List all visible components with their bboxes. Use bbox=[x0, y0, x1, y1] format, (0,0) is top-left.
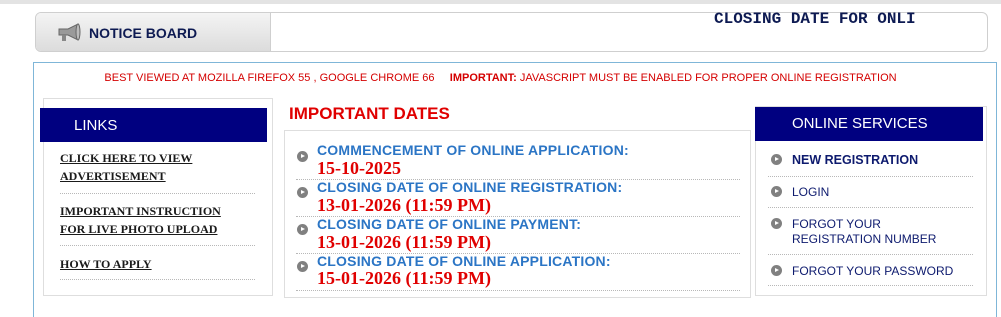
important-dates-title: IMPORTANT DATES bbox=[289, 104, 450, 123]
link-line: IMPORTANT INSTRUCTION bbox=[60, 204, 221, 218]
divider bbox=[768, 254, 973, 255]
circle-arrow-icon bbox=[771, 218, 782, 229]
important-label: IMPORTANT: bbox=[449, 72, 517, 84]
circle-arrow-icon bbox=[297, 261, 308, 272]
circle-arrow-icon bbox=[771, 186, 782, 197]
online-services-heading: ONLINE SERVICES bbox=[755, 107, 983, 141]
divider bbox=[60, 193, 255, 194]
browser-note-text: BEST VIEWED AT MOZILLA FIREFOX 55 , GOOG… bbox=[104, 72, 435, 84]
link-view-advertisement[interactable]: CLICK HERE TO VIEW ADVERTISEMENT bbox=[60, 149, 192, 185]
circle-arrow-icon bbox=[297, 224, 308, 235]
divider bbox=[768, 207, 973, 208]
divider bbox=[60, 245, 255, 246]
service-login[interactable]: LOGIN bbox=[792, 185, 829, 200]
service-forgot-registration-number[interactable]: FORGOT YOUR REGISTRATION NUMBER bbox=[792, 217, 936, 247]
date-value: 13-01-2026 (11:59 PM) bbox=[317, 232, 491, 252]
link-line: HOW TO APPLY bbox=[60, 257, 152, 271]
links-heading: LINKS bbox=[40, 108, 267, 142]
circle-arrow-icon bbox=[771, 265, 782, 276]
link-live-photo-instruction[interactable]: IMPORTANT INSTRUCTION FOR LIVE PHOTO UPL… bbox=[60, 202, 221, 238]
notice-board-title: NOTICE BOARD bbox=[89, 25, 198, 41]
service-forgot-password[interactable]: FORGOT YOUR PASSWORD bbox=[792, 264, 953, 279]
links-heading-text: LINKS bbox=[74, 117, 118, 134]
browser-compatibility-note: BEST VIEWED AT MOZILLA FIREFOX 55 , GOOG… bbox=[0, 72, 1001, 84]
top-divider bbox=[0, 0, 1001, 4]
service-label: FORGOT YOUR PASSWORD bbox=[792, 264, 954, 278]
link-line: FOR LIVE PHOTO UPLOAD bbox=[60, 222, 218, 236]
divider bbox=[296, 290, 740, 291]
service-new-registration[interactable]: NEW REGISTRATION bbox=[792, 153, 918, 168]
megaphone-icon bbox=[58, 23, 81, 41]
divider bbox=[60, 279, 255, 280]
circle-arrow-icon bbox=[297, 151, 308, 162]
service-label: REGISTRATION NUMBER bbox=[792, 232, 937, 246]
link-line: CLICK HERE TO VIEW bbox=[60, 151, 193, 165]
divider bbox=[768, 176, 973, 177]
notice-board-label: NOTICE BOARD bbox=[36, 13, 271, 51]
date-label: CLOSING DATE OF ONLINE PAYMENT: bbox=[317, 216, 582, 232]
date-value: 13-01-2026 (11:59 PM) bbox=[317, 195, 491, 215]
circle-arrow-icon bbox=[297, 187, 308, 198]
service-label: FORGOT YOUR bbox=[792, 217, 881, 231]
link-how-to-apply[interactable]: HOW TO APPLY bbox=[60, 255, 152, 273]
important-text: JAVASCRIPT MUST BE ENABLED FOR PROPER ON… bbox=[519, 72, 897, 84]
date-label: CLOSING DATE OF ONLINE REGISTRATION: bbox=[317, 179, 623, 195]
notice-ticker[interactable]: CLOSING DATE FOR ONLI bbox=[714, 10, 916, 28]
service-label: NEW REGISTRATION bbox=[792, 153, 919, 167]
date-value: 15-01-2026 (11:59 PM) bbox=[317, 268, 491, 288]
divider bbox=[768, 285, 973, 286]
date-label: COMMENCEMENT OF ONLINE APPLICATION: bbox=[317, 142, 629, 158]
circle-arrow-icon bbox=[771, 154, 782, 165]
link-line: ADVERTISEMENT bbox=[60, 169, 166, 183]
date-value: 15-10-2025 bbox=[317, 158, 401, 178]
online-services-heading-text: ONLINE SERVICES bbox=[792, 115, 928, 132]
date-label: CLOSING DATE OF ONLINE APPLICATION: bbox=[317, 253, 611, 269]
service-label: LOGIN bbox=[792, 185, 830, 199]
